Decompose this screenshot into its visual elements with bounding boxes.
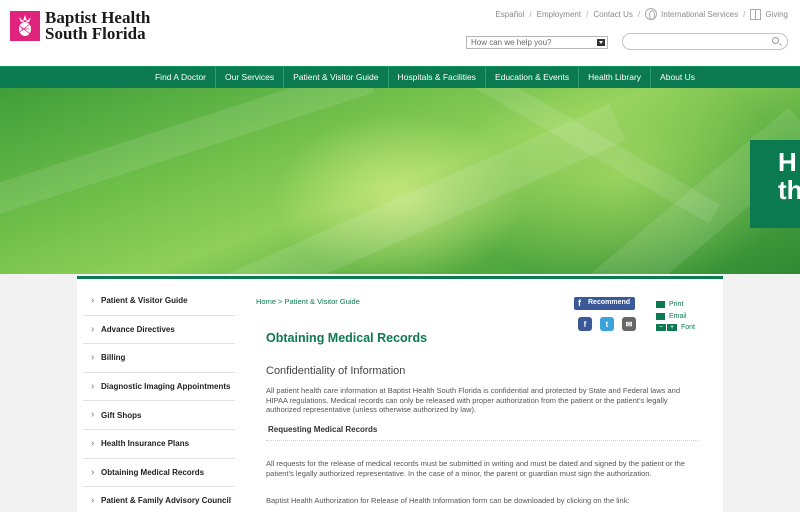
sidebar-item-medical-records[interactable]: Obtaining Medical Records: [83, 459, 235, 488]
page-title: Obtaining Medical Records: [266, 331, 428, 345]
help-dropdown-value: How can we help you?: [471, 38, 552, 47]
subsection-title: Requesting Medical Records: [268, 425, 378, 434]
separator: /: [743, 9, 746, 19]
email-share-icon[interactable]: ✉: [622, 317, 636, 331]
divider: [266, 440, 698, 441]
breadcrumb[interactable]: Home > Patient & Visitor Guide: [256, 297, 360, 306]
print-icon: [656, 301, 665, 309]
section-title: Confidentiality of Information: [266, 365, 406, 377]
hero-card-text-2: th: [778, 175, 800, 205]
logo-line-2: South Florida: [45, 24, 146, 43]
email-icon: [656, 312, 665, 320]
print-tool[interactable]: Print: [656, 299, 695, 311]
sidebar-nav: Patient & Visitor Guide Advance Directiv…: [83, 287, 235, 512]
facebook-share-icon[interactable]: f: [578, 317, 592, 331]
link-espanol[interactable]: Español: [495, 10, 524, 19]
main-nav: Find A Doctor Our Services Patient & Vis…: [0, 66, 800, 88]
search-input[interactable]: [622, 33, 788, 50]
link-contact-us[interactable]: Contact Us: [593, 10, 633, 19]
sidebar-item-gift-shops[interactable]: Gift Shops: [83, 401, 235, 430]
pineapple-logo-icon: [10, 11, 40, 41]
link-employment[interactable]: Employment: [537, 10, 581, 19]
nav-health-library[interactable]: Health Library: [579, 67, 652, 88]
email-tool[interactable]: Email: [656, 311, 695, 323]
sidebar-item-advance-directives[interactable]: Advance Directives: [83, 316, 235, 345]
logo-wordmark: Baptist Health South Florida: [45, 9, 150, 43]
hero-promo-card[interactable]: H th: [750, 140, 800, 228]
gift-icon: [750, 8, 762, 20]
separator: /: [529, 9, 532, 19]
hero-card-text-1: H: [778, 147, 797, 177]
font-size-tool: − + Font: [656, 322, 695, 334]
site-logo[interactable]: Baptist Health South Florida: [10, 9, 150, 43]
hero-light-ray: [0, 88, 375, 223]
font-decrease-icon[interactable]: −: [656, 324, 666, 332]
nav-patient-visitor-guide[interactable]: Patient & Visitor Guide: [284, 67, 389, 88]
print-label: Print: [669, 301, 684, 309]
main-content: Home > Patient & Visitor Guide Recommend…: [254, 279, 700, 512]
link-international-services[interactable]: International Services: [661, 10, 738, 19]
content-panel: Patient & Visitor Guide Advance Directiv…: [77, 276, 723, 512]
sidebar-item-advisory-council[interactable]: Patient & Family Advisory Council: [83, 487, 235, 512]
search-icon[interactable]: [772, 37, 779, 44]
separator: /: [637, 9, 641, 19]
font-increase-icon[interactable]: +: [667, 324, 677, 332]
sidebar-item-billing[interactable]: Billing: [83, 344, 235, 373]
twitter-share-icon[interactable]: t: [600, 317, 614, 331]
font-label: Font: [681, 324, 696, 332]
nav-education-events[interactable]: Education & Events: [486, 67, 580, 88]
link-giving[interactable]: Giving: [765, 10, 788, 19]
site-header: Baptist Health South Florida Español / E…: [0, 0, 800, 66]
email-label: Email: [669, 312, 687, 320]
page-tools: Print Email − + Font: [656, 299, 695, 334]
facebook-recommend-button[interactable]: Recommend: [574, 297, 636, 310]
sidebar-item-diagnostic-imaging[interactable]: Diagnostic Imaging Appointments: [83, 373, 235, 402]
download-paragraph: Baptist Health Authorization for Release…: [266, 496, 630, 505]
nav-hospitals-facilities[interactable]: Hospitals & Facilities: [389, 67, 486, 88]
utility-links: Español / Employment / Contact Us / Inte…: [495, 8, 788, 20]
separator: /: [586, 9, 589, 19]
sidebar-item-health-insurance[interactable]: Health Insurance Plans: [83, 430, 235, 459]
requests-paragraph: All requests for the release of medical …: [266, 459, 685, 478]
nav-our-services[interactable]: Our Services: [216, 67, 285, 88]
nav-about-us[interactable]: About Us: [651, 67, 704, 88]
hero-banner: H th: [0, 88, 800, 274]
nav-find-a-doctor[interactable]: Find A Doctor: [146, 67, 217, 88]
globe-icon: [645, 8, 658, 20]
confidentiality-paragraph: All patient health care information at B…: [266, 386, 680, 414]
help-dropdown[interactable]: How can we help you?: [466, 36, 608, 49]
dropdown-arrow-icon: [597, 39, 605, 46]
sidebar-item-patient-visitor-guide[interactable]: Patient & Visitor Guide: [83, 287, 235, 316]
